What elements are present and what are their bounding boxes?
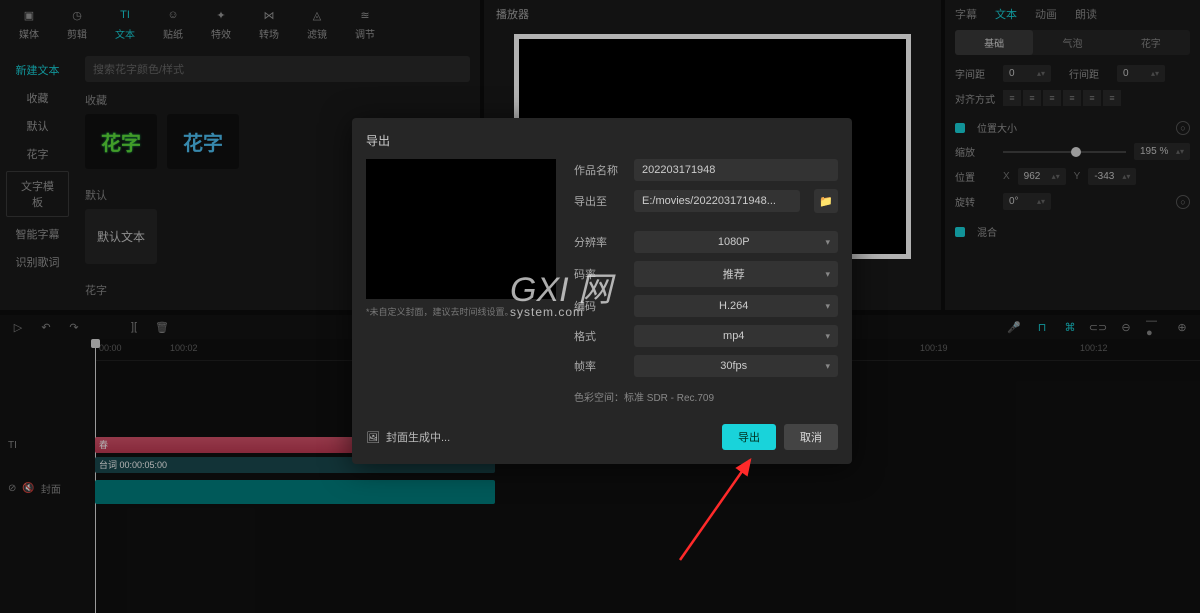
codec-select[interactable]: H.264▾ [634, 295, 838, 317]
cover-note: *未自定义封面，建议去时间线设置。 [366, 305, 556, 318]
export-button[interactable]: 导出 [722, 424, 776, 450]
chevron-down-icon: ▾ [825, 237, 830, 248]
bitrate-select[interactable]: 推荐▾ [634, 261, 838, 287]
bitrate-label: 码率 [574, 266, 624, 282]
dialog-title: 导出 [366, 132, 838, 149]
color-space-info: 色彩空间：标准 SDR - Rec.709 [574, 389, 838, 404]
dest-label: 导出至 [574, 193, 624, 209]
format-select[interactable]: mp4▾ [634, 325, 838, 347]
cover-generating-status: 🖼 封面生成中... [366, 429, 450, 445]
fps-select[interactable]: 30fps▾ [634, 355, 838, 377]
name-label: 作品名称 [574, 162, 624, 178]
resolution-label: 分辨率 [574, 234, 624, 250]
codec-label: 编码 [574, 298, 624, 314]
format-label: 格式 [574, 328, 624, 344]
name-input[interactable]: 202203171948 [634, 159, 838, 181]
resolution-select[interactable]: 1080P▾ [634, 231, 838, 253]
dest-path[interactable]: E:/movies/202203171948... [634, 190, 800, 212]
chevron-down-icon: ▾ [825, 361, 830, 372]
fps-label: 帧率 [574, 358, 624, 374]
export-preview-thumbnail [366, 159, 556, 299]
browse-folder-button[interactable]: 📁 [814, 189, 838, 213]
folder-icon: 📁 [819, 195, 833, 208]
chevron-down-icon: ▾ [825, 301, 830, 312]
chevron-down-icon: ▾ [825, 331, 830, 342]
image-icon: 🖼 [366, 431, 380, 444]
chevron-down-icon: ▾ [825, 269, 830, 280]
export-dialog: 导出 *未自定义封面，建议去时间线设置。 作品名称 202203171948 导… [352, 118, 852, 464]
cancel-button[interactable]: 取消 [784, 424, 838, 450]
